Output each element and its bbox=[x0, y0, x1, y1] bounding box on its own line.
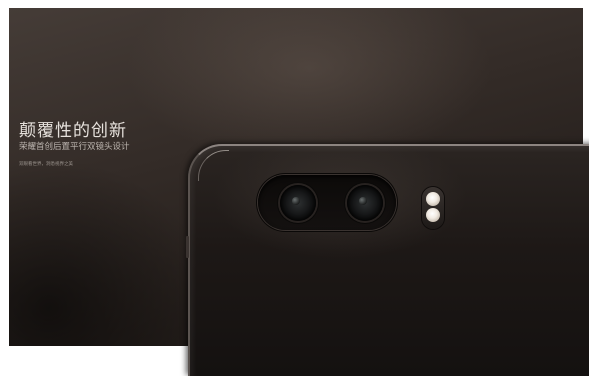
subheadline: 荣耀首创后置平行双镜头设计 bbox=[19, 142, 130, 152]
tagline: 双眼看世界，洞悉视界之美 bbox=[19, 162, 73, 167]
camera-lens-icon bbox=[280, 185, 316, 221]
camera-lens-icon bbox=[347, 185, 383, 221]
flash-led-icon bbox=[426, 192, 440, 206]
side-button bbox=[186, 236, 189, 258]
dual-led-flash-icon bbox=[422, 187, 444, 229]
headline: 颠覆性的创新 bbox=[19, 121, 127, 141]
flash-led-icon bbox=[426, 208, 440, 222]
phone-back-image bbox=[188, 144, 589, 376]
